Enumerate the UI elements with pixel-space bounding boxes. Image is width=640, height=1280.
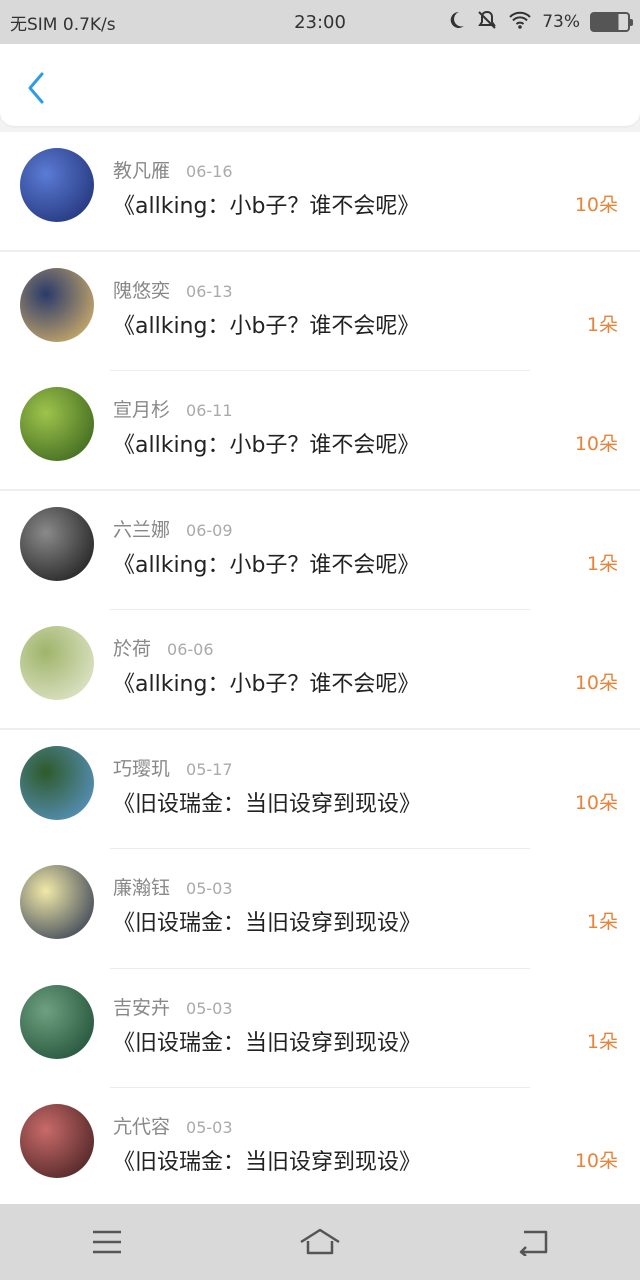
wifi-icon — [508, 10, 532, 35]
gift-count: 10朵 — [574, 1150, 618, 1172]
back-button[interactable] — [18, 70, 54, 106]
gift-count: 10朵 — [574, 194, 618, 216]
user-meta: 亢代容 05-03 — [113, 1112, 233, 1139]
user-name: 亢代容 — [113, 1116, 171, 1138]
battery-text: 73% — [542, 12, 580, 32]
book-title: 《旧设瑞金：当旧设穿到现设》 — [113, 1030, 422, 1056]
book-title: 《旧设瑞金：当旧设穿到现设》 — [113, 1150, 422, 1175]
home-icon — [300, 1228, 340, 1255]
chevron-left-icon — [28, 72, 44, 104]
gift-date: 06-16 — [186, 162, 233, 181]
menu-icon — [92, 1230, 121, 1254]
book-title: 《旧设瑞金：当旧设穿到现设》 — [113, 911, 422, 936]
avatar[interactable] — [20, 148, 94, 222]
avatar[interactable] — [20, 506, 94, 581]
user-meta: 於荷 06-06 — [113, 634, 214, 661]
menu-button[interactable] — [77, 1220, 137, 1264]
avatar[interactable] — [20, 865, 94, 939]
gift-date: 05-03 — [186, 879, 233, 898]
gift-date: 05-17 — [186, 759, 233, 779]
gift-date: 06-13 — [186, 281, 233, 301]
book-title: 《allking：小b子？谁不会呢》 — [113, 194, 420, 219]
gift-count: 10朵 — [574, 672, 618, 694]
list-item[interactable]: 六兰娜 06-09 《allking：小b子？谁不会呢》 1朵 — [0, 491, 640, 610]
avatar[interactable] — [20, 387, 94, 461]
list-item[interactable]: 宣月杉 06-11 《allking：小b子？谁不会呢》 10朵 — [0, 371, 640, 491]
avatar[interactable] — [20, 745, 94, 820]
avatar[interactable] — [20, 1104, 94, 1178]
system-nav-bar — [0, 1204, 640, 1280]
user-meta: 教凡雁 06-16 — [113, 156, 233, 183]
mute-bell-icon — [476, 10, 498, 35]
gift-date: 06-09 — [186, 520, 233, 540]
user-meta: 巧璎玑 05-17 — [113, 754, 233, 781]
user-meta: 隗悠奕 06-13 — [113, 276, 233, 303]
user-meta: 廉瀚钰 05-03 — [113, 873, 233, 900]
user-name: 宣月杉 — [113, 399, 171, 421]
avatar[interactable] — [20, 984, 94, 1059]
list-item[interactable]: 廉瀚钰 05-03 《旧设瑞金：当旧设穿到现设》 1朵 — [0, 849, 640, 969]
gift-record-list: 教凡雁 06-16 《allking：小b子？谁不会呢》 10朵 隗悠奕 06-13 《al… — [0, 132, 640, 1204]
book-title: 《allking：小b子？谁不会呢》 — [113, 433, 420, 458]
carrier-text: 无SIM 0.7K/s — [10, 14, 116, 35]
home-button[interactable] — [290, 1220, 350, 1264]
return-icon — [520, 1230, 548, 1256]
battery-icon — [590, 12, 633, 32]
book-title: 《allking：小b子？谁不会呢》 — [113, 313, 420, 339]
user-meta: 吉安卉 05-03 — [113, 993, 233, 1020]
gift-count: 1朵 — [586, 911, 618, 933]
gift-date: 05-03 — [186, 1118, 233, 1137]
user-meta: 六兰娜 06-09 — [113, 515, 233, 542]
book-title: 《allking：小b子？谁不会呢》 — [113, 672, 420, 697]
list-item[interactable]: 教凡雁 06-16 《allking：小b子？谁不会呢》 10朵 — [0, 132, 640, 252]
user-name: 隗悠奕 — [113, 279, 171, 302]
gift-date: 05-03 — [186, 998, 233, 1018]
user-name: 廉瀚钰 — [113, 877, 171, 899]
return-button[interactable] — [503, 1220, 563, 1264]
list-item[interactable]: 隗悠奕 06-13 《allking：小b子？谁不会呢》 1朵 — [0, 252, 640, 371]
list-item[interactable]: 亢代容 05-03 《旧设瑞金：当旧设穿到现设》 10朵 — [0, 1088, 640, 1204]
book-title: 《旧设瑞金：当旧设穿到现设》 — [113, 791, 422, 817]
gift-count: 1朵 — [586, 313, 618, 336]
avatar[interactable] — [20, 267, 94, 342]
user-name: 巧璎玑 — [113, 757, 171, 780]
user-name: 教凡雁 — [113, 160, 171, 182]
list-item[interactable]: 巧璎玑 05-17 《旧设瑞金：当旧设穿到现设》 10朵 — [0, 730, 640, 849]
gift-count: 1朵 — [586, 1030, 618, 1053]
user-name: 六兰娜 — [113, 518, 171, 541]
gift-date: 06-06 — [167, 640, 214, 659]
gift-count: 10朵 — [574, 791, 618, 814]
list-item[interactable]: 於荷 06-06 《allking：小b子？谁不会呢》 10朵 — [0, 610, 640, 730]
book-title: 《allking：小b子？谁不会呢》 — [113, 552, 420, 578]
nav-bar — [0, 44, 640, 126]
user-name: 於荷 — [113, 638, 152, 660]
user-name: 吉安卉 — [113, 996, 171, 1019]
gift-count: 1朵 — [586, 552, 618, 575]
avatar[interactable] — [20, 626, 94, 700]
gift-date: 06-11 — [186, 401, 233, 420]
gift-count: 10朵 — [574, 433, 618, 455]
list-item[interactable]: 吉安卉 05-03 《旧设瑞金：当旧设穿到现设》 1朵 — [0, 969, 640, 1088]
status-bar: 无SIM 0.7K/s 23:00 73% — [0, 0, 640, 44]
moon-icon — [446, 10, 466, 35]
user-meta: 宣月杉 06-11 — [113, 395, 233, 422]
